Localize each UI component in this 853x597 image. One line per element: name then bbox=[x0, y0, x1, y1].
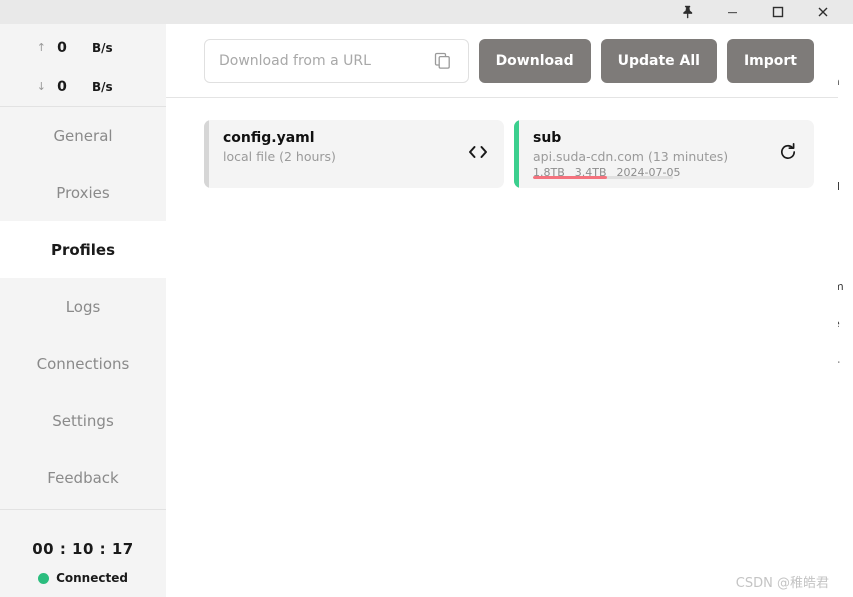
screen: a b d m e j- bbox=[0, 0, 853, 597]
profile-name: config.yaml bbox=[223, 130, 315, 146]
sidebar-item-profiles[interactable]: Profiles bbox=[0, 221, 166, 278]
window-controls bbox=[665, 0, 845, 24]
update-all-button[interactable]: Update All bbox=[600, 38, 717, 83]
traffic-progress-bar bbox=[533, 176, 673, 179]
sidebar-item-logs[interactable]: Logs bbox=[0, 278, 166, 335]
copy-icon[interactable] bbox=[432, 50, 454, 72]
sidebar-item-general[interactable]: General bbox=[0, 107, 166, 164]
minimize-icon[interactable] bbox=[710, 0, 755, 24]
refresh-profile-button[interactable] bbox=[762, 120, 814, 188]
sidebar-item-label: Connections bbox=[36, 354, 130, 373]
sidebar-item-label: Proxies bbox=[56, 183, 110, 202]
profile-source: local file (2 hours) bbox=[223, 149, 336, 164]
pin-icon[interactable] bbox=[665, 0, 710, 24]
traffic-progress-fill bbox=[533, 176, 608, 179]
upload-speed-row: ↑ 0 B/s bbox=[0, 28, 166, 67]
card-body: sub api.suda-cdn.com (13 minutes) 1.8TB … bbox=[519, 120, 762, 188]
sidebar: ↑ 0 B/s ↓ 0 B/s General Proxies Profiles… bbox=[0, 24, 166, 597]
sidebar-item-label: Profiles bbox=[50, 240, 116, 259]
download-speed-row: ↓ 0 B/s bbox=[0, 67, 166, 106]
profile-card-config-yaml[interactable]: config.yaml local file (2 hours) bbox=[204, 120, 504, 188]
sidebar-item-label: Settings bbox=[52, 411, 114, 430]
close-icon[interactable] bbox=[800, 0, 845, 24]
sidebar-footer: 00 : 10 : 17 Connected bbox=[0, 509, 166, 597]
url-field[interactable] bbox=[204, 38, 469, 83]
profile-source: api.suda-cdn.com (13 minutes) bbox=[533, 149, 729, 164]
profile-name: sub bbox=[533, 130, 562, 146]
sidebar-item-feedback[interactable]: Feedback bbox=[0, 449, 166, 506]
status-dot-icon bbox=[38, 572, 50, 584]
download-speed-value: 0 bbox=[57, 78, 67, 95]
code-icon bbox=[467, 144, 489, 164]
sidebar-nav: General Proxies Profiles Logs Connection… bbox=[0, 107, 166, 506]
title-bar bbox=[0, 0, 853, 24]
download-button[interactable]: Download bbox=[478, 38, 591, 83]
profile-list: config.yaml local file (2 hours) sub api… bbox=[166, 98, 838, 188]
profile-card-sub[interactable]: sub api.suda-cdn.com (13 minutes) 1.8TB … bbox=[514, 120, 814, 188]
edit-profile-button[interactable] bbox=[452, 120, 504, 188]
upload-speed-value: 0 bbox=[57, 39, 67, 56]
watermark: CSDN @稚皓君 bbox=[735, 576, 829, 591]
download-speed-unit: B/s bbox=[92, 79, 113, 94]
card-body: config.yaml local file (2 hours) bbox=[209, 120, 452, 188]
upload-speed-unit: B/s bbox=[92, 40, 113, 55]
connection-timer: 00 : 10 : 17 bbox=[32, 540, 134, 558]
sidebar-item-label: Logs bbox=[65, 297, 101, 316]
status-badge: Connected bbox=[56, 571, 128, 585]
main-content: Download Update All Import config.yaml l… bbox=[166, 24, 838, 597]
import-button[interactable]: Import bbox=[726, 38, 814, 83]
app-window: ↑ 0 B/s ↓ 0 B/s General Proxies Profiles… bbox=[0, 24, 838, 597]
maximize-icon[interactable] bbox=[755, 0, 800, 24]
sidebar-item-settings[interactable]: Settings bbox=[0, 392, 166, 449]
sidebar-item-proxies[interactable]: Proxies bbox=[0, 164, 166, 221]
download-arrow-icon: ↓ bbox=[36, 80, 46, 93]
connection-status: Connected bbox=[0, 571, 166, 585]
refresh-icon bbox=[778, 142, 798, 166]
sidebar-item-connections[interactable]: Connections bbox=[0, 335, 166, 392]
sidebar-item-label: General bbox=[53, 126, 113, 145]
speed-indicators: ↑ 0 B/s ↓ 0 B/s bbox=[0, 24, 166, 106]
url-input[interactable] bbox=[219, 52, 432, 69]
sidebar-item-label: Feedback bbox=[47, 468, 119, 487]
upload-arrow-icon: ↑ bbox=[36, 41, 46, 54]
toolbar: Download Update All Import bbox=[166, 24, 838, 97]
sidebar-footer-divider bbox=[0, 509, 166, 510]
